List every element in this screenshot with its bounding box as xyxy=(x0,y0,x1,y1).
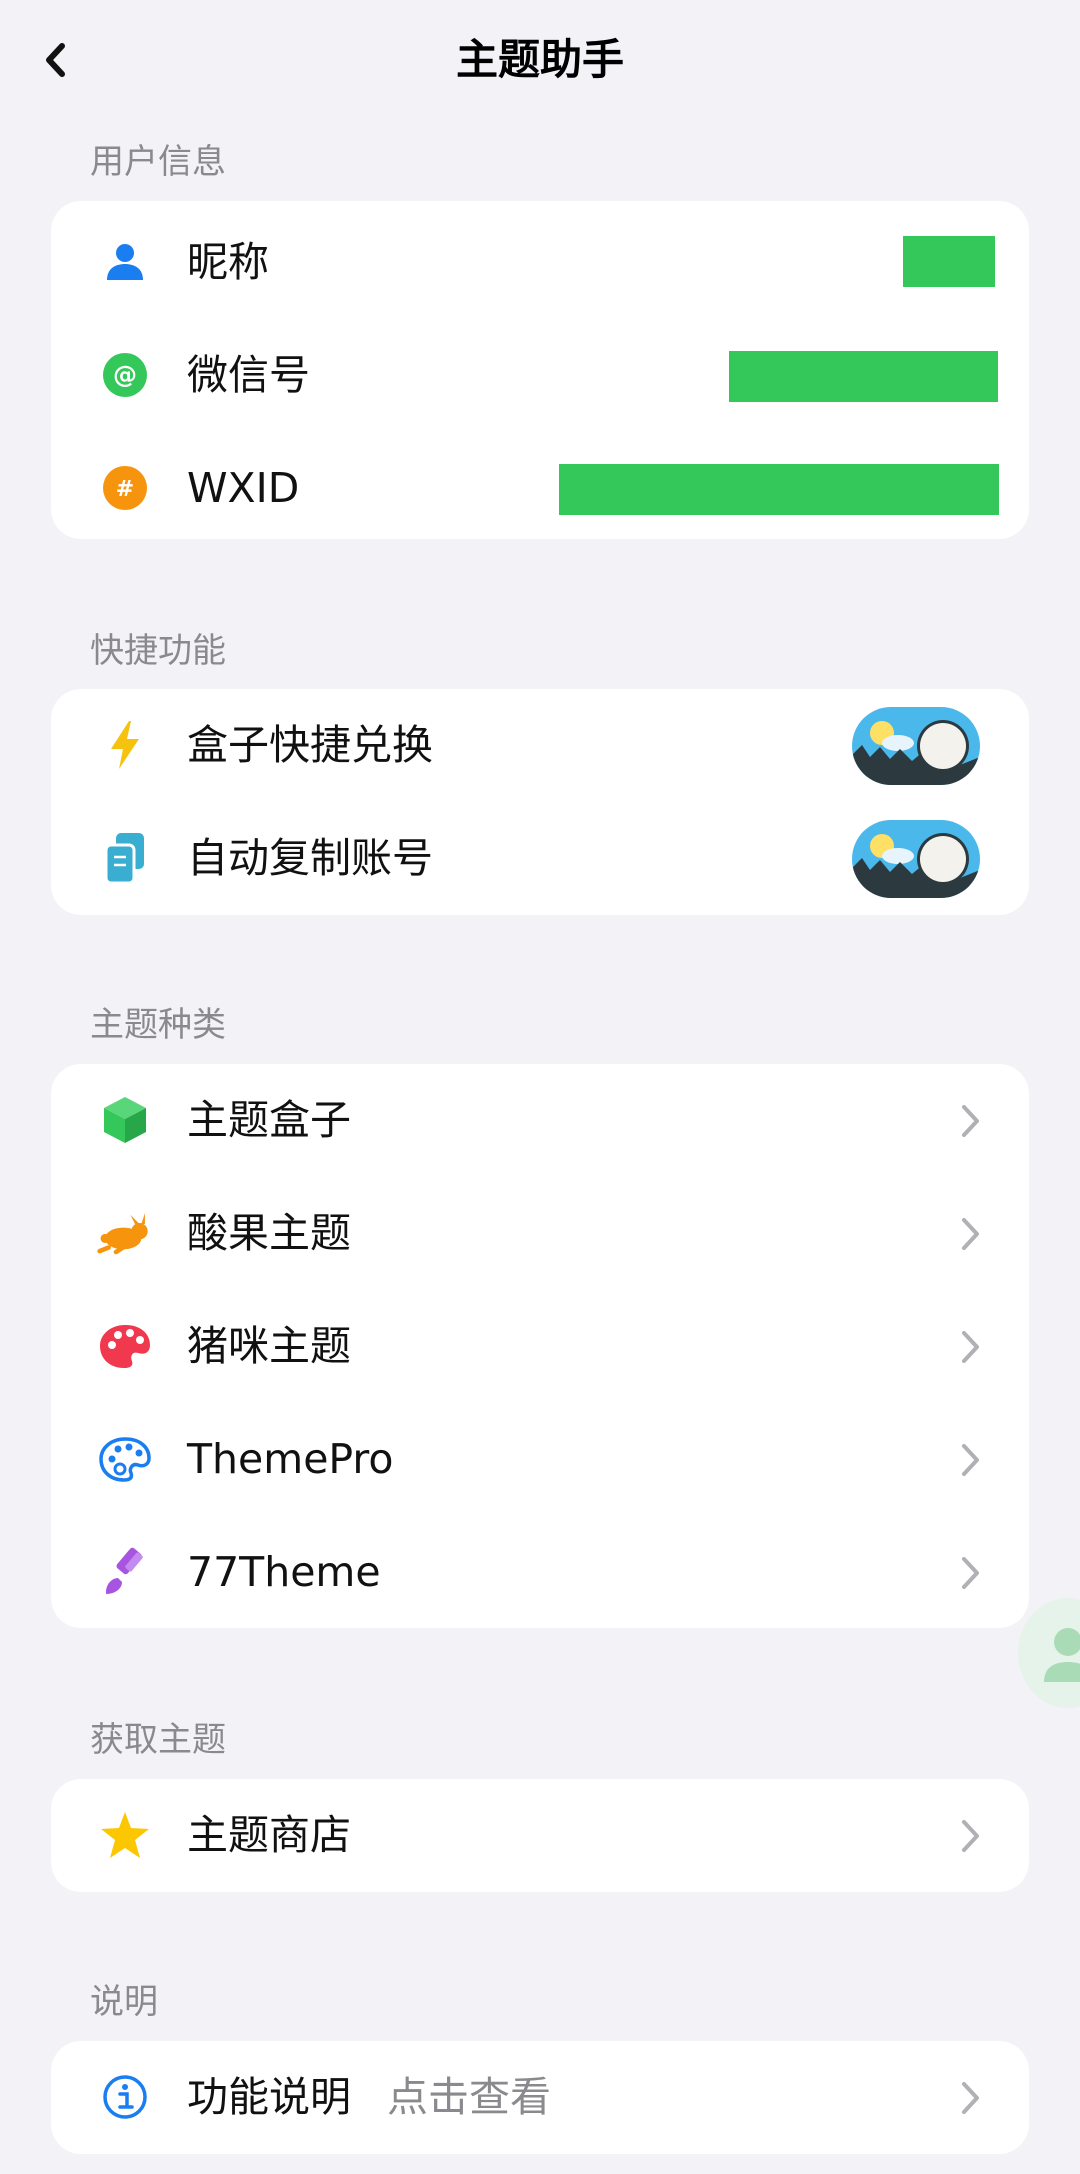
row-feature-description[interactable]: 功能说明 点击查看 xyxy=(51,2041,1029,2154)
chevron-right-icon xyxy=(962,1105,979,1137)
chevron-right-icon xyxy=(962,1218,979,1250)
row-auto-copy-account: 自动复制账号 xyxy=(51,802,1029,915)
redacted-value-wechat-id xyxy=(729,351,998,402)
row-wxid[interactable]: # WXID xyxy=(51,432,1029,545)
row-label-nickname: 昵称 xyxy=(187,238,269,286)
row-theme-box[interactable]: 主题盒子 xyxy=(51,1064,1029,1177)
get-theme-card: 主题商店 xyxy=(51,1779,1029,1892)
brush-icon xyxy=(96,1543,154,1601)
row-themepro[interactable]: ThemePro xyxy=(51,1403,1029,1516)
row-hint-feature-description: 点击查看 xyxy=(387,2073,551,2121)
row-77theme[interactable]: 77Theme xyxy=(51,1516,1029,1629)
floating-contact-button[interactable] xyxy=(1018,1598,1080,1708)
row-box-quick-redeem: 盒子快捷兑换 xyxy=(51,689,1029,802)
redacted-value-wxid xyxy=(559,464,999,515)
toggle-auto-copy-account[interactable] xyxy=(852,820,980,898)
row-label-themepro: ThemePro xyxy=(187,1435,394,1483)
row-label-auto-copy-account: 自动复制账号 xyxy=(187,834,433,882)
info-icon xyxy=(96,2068,154,2126)
palette-outline-icon xyxy=(96,1430,154,1488)
about-card: 功能说明 点击查看 xyxy=(51,2041,1029,2154)
row-label-feature-description: 功能说明 xyxy=(187,2073,351,2121)
shortcuts-card: 盒子快捷兑换 自动复制账号 xyxy=(51,689,1029,915)
toggle-knob xyxy=(920,836,966,882)
redacted-value-nickname xyxy=(903,236,995,287)
row-label-77theme: 77Theme xyxy=(187,1548,381,1596)
section-label-shortcuts: 快捷功能 xyxy=(90,631,226,671)
page-title: 主题助手 xyxy=(455,35,624,84)
svg-text:#: # xyxy=(116,477,134,502)
toggle-knob xyxy=(920,723,966,769)
row-label-wxid: WXID xyxy=(187,464,300,512)
cube-icon xyxy=(96,1091,154,1149)
palette-icon xyxy=(96,1317,154,1375)
row-nickname[interactable]: 昵称 xyxy=(51,206,1029,319)
bolt-icon xyxy=(96,716,154,774)
person-icon xyxy=(96,233,154,291)
rabbit-icon xyxy=(96,1204,154,1262)
at-icon: @ xyxy=(96,346,154,404)
toggle-box-quick-redeem[interactable] xyxy=(852,707,980,785)
row-label-box-quick-redeem: 盒子快捷兑换 xyxy=(187,721,433,769)
chevron-right-icon xyxy=(962,1557,979,1589)
theme-types-card: 主题盒子 酸果主题 猪咪主题 ThemePro 77Theme xyxy=(51,1064,1029,1628)
copy-icon xyxy=(96,829,154,887)
user-info-card: 昵称 @ 微信号 # WXID xyxy=(51,201,1029,539)
chevron-right-icon xyxy=(962,2082,979,2114)
star-icon xyxy=(96,1806,154,1864)
section-label-user-info: 用户信息 xyxy=(90,142,226,182)
hash-icon: # xyxy=(96,459,154,517)
chevron-right-icon xyxy=(962,1444,979,1476)
section-label-about: 说明 xyxy=(90,1982,158,2022)
row-wechat-id[interactable]: @ 微信号 xyxy=(51,319,1029,432)
row-sour-fruit-theme[interactable]: 酸果主题 xyxy=(51,1177,1029,1290)
person-icon xyxy=(1044,1628,1080,1682)
section-label-theme-types: 主题种类 xyxy=(90,1005,226,1045)
row-label-theme-store: 主题商店 xyxy=(187,1811,351,1859)
svg-text:@: @ xyxy=(113,361,137,389)
row-label-wechat-id: 微信号 xyxy=(187,351,310,399)
chevron-right-icon xyxy=(962,1331,979,1363)
row-label-theme-box: 主题盒子 xyxy=(187,1096,351,1144)
row-pig-cat-theme[interactable]: 猪咪主题 xyxy=(51,1290,1029,1403)
row-theme-store[interactable]: 主题商店 xyxy=(51,1779,1029,1892)
top-bar: 主题助手 xyxy=(0,0,1080,118)
row-label-pig-cat-theme: 猪咪主题 xyxy=(187,1322,351,1370)
section-label-get-theme: 获取主题 xyxy=(90,1720,226,1760)
chevron-right-icon xyxy=(962,1820,979,1852)
row-label-sour-fruit-theme: 酸果主题 xyxy=(187,1209,351,1257)
